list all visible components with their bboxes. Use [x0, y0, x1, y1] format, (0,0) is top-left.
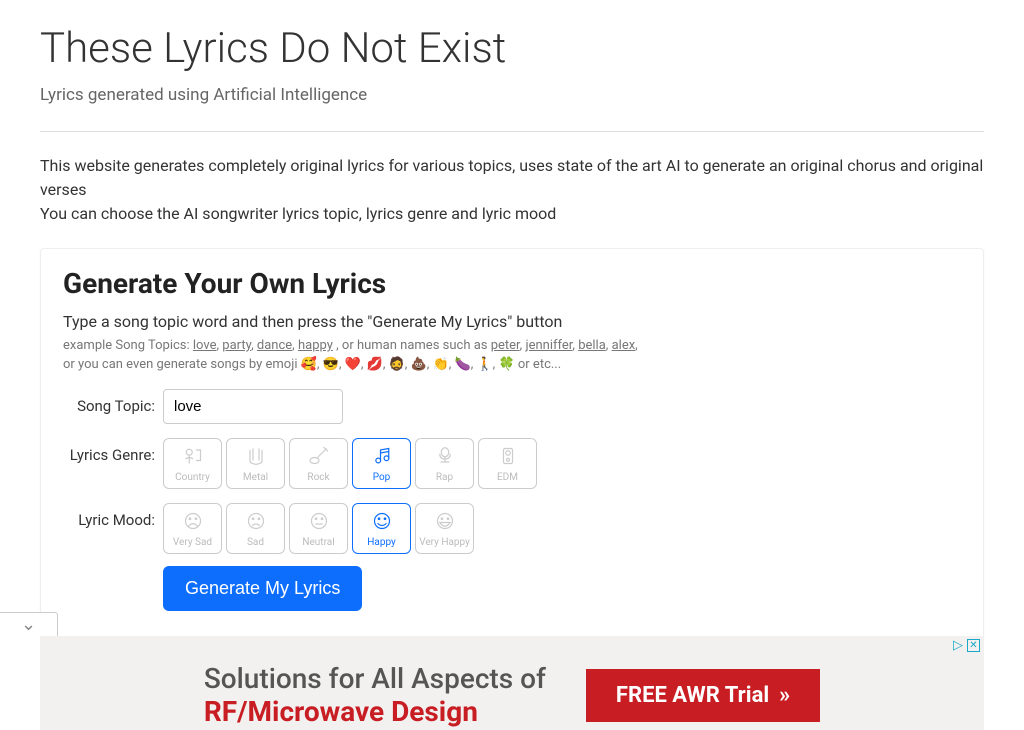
ad-banner[interactable]: Solutions for All Aspects of RF/Microwav…	[40, 636, 984, 730]
chevron-down-icon: ⌄	[21, 614, 36, 635]
ad-cta-button[interactable]: FREE AWR Trial »	[586, 669, 820, 722]
happy-icon	[369, 509, 395, 536]
metal-icon	[243, 444, 269, 471]
examples-block: example Song Topics: love, party, dance,…	[63, 337, 961, 375]
genre-option-label: EDM	[497, 472, 518, 483]
genre-option-label: Country	[175, 472, 210, 483]
ad-line-1: Solutions for All Aspects of	[204, 662, 546, 695]
country-icon	[180, 444, 206, 471]
card-title: Generate Your Own Lyrics	[63, 267, 961, 300]
ad-cta-text: FREE AWR Trial	[616, 683, 769, 708]
emoji-suffix: or etc...	[518, 357, 561, 372]
divider	[40, 131, 984, 132]
examples-mid: , or human names such as	[336, 338, 491, 353]
example-topic-link[interactable]: dance	[257, 338, 292, 353]
generate-button[interactable]: Generate My Lyrics	[163, 566, 362, 611]
genre-option-country[interactable]: Country	[163, 438, 222, 489]
ad-close-icon[interactable]: ✕	[967, 639, 980, 652]
mood-option-label: Sad	[247, 537, 264, 548]
intro-line-2: You can choose the AI songwriter lyrics …	[40, 202, 984, 226]
mood-option-label: Very Happy	[419, 537, 470, 548]
mood-option-very-sad[interactable]: Very Sad	[163, 503, 222, 554]
mood-option-label: Very Sad	[173, 537, 212, 548]
example-name-link[interactable]: bella	[578, 338, 606, 353]
genre-option-label: Pop	[373, 472, 391, 483]
ad-info-icon[interactable]: ▷	[953, 638, 963, 653]
example-name-link[interactable]: alex	[612, 338, 636, 353]
example-name-link[interactable]: jenniffer	[525, 338, 572, 353]
topic-label: Song Topic:	[63, 389, 163, 415]
example-topic-link[interactable]: happy	[298, 338, 333, 353]
emoji-list: 🥰, 😎, ❤️, 💋, 🧔, 💩, 👏, 🍆, 🚶, 🍀	[301, 357, 515, 372]
card-instruction: Type a song topic word and then press th…	[63, 312, 961, 331]
very-happy-icon	[432, 509, 458, 536]
emoji-prefix: or you can even generate songs by emoji	[63, 357, 301, 372]
rock-icon	[306, 444, 332, 471]
edm-icon	[495, 444, 521, 471]
row-topic: Song Topic:	[63, 389, 961, 424]
sad-icon	[243, 509, 269, 536]
genre-option-edm[interactable]: EDM	[478, 438, 537, 489]
mood-option-very-happy[interactable]: Very Happy	[415, 503, 474, 554]
intro-block: This website generates completely origin…	[40, 154, 984, 226]
ad-line-2: RF/Microwave Design	[204, 695, 546, 728]
mood-option-label: Neutral	[302, 537, 334, 548]
rap-icon	[432, 444, 458, 471]
collapse-tab[interactable]: ⌄	[0, 612, 58, 636]
genre-option-pop[interactable]: Pop	[352, 438, 411, 489]
very-sad-icon	[180, 509, 206, 536]
mood-option-sad[interactable]: Sad	[226, 503, 285, 554]
neutral-icon	[306, 509, 332, 536]
example-topic-link[interactable]: party	[222, 338, 251, 353]
pop-icon	[369, 444, 395, 471]
genre-option-label: Metal	[243, 472, 268, 483]
generate-card: Generate Your Own Lyrics Type a song top…	[40, 248, 984, 642]
mood-option-neutral[interactable]: Neutral	[289, 503, 348, 554]
song-topic-input[interactable]	[163, 389, 343, 424]
genre-option-metal[interactable]: Metal	[226, 438, 285, 489]
page-subtitle: Lyrics generated using Artificial Intell…	[40, 85, 984, 105]
row-genre: Lyrics Genre: Country Metal Rock Pop Rap EDM	[63, 438, 961, 489]
row-mood: Lyric Mood: Very Sad Sad Neutral Happy Very …	[63, 503, 961, 554]
double-chevron-icon: »	[779, 683, 790, 708]
page-title: These Lyrics Do Not Exist	[40, 24, 984, 73]
example-name-link[interactable]: peter	[491, 338, 520, 353]
mood-option-happy[interactable]: Happy	[352, 503, 411, 554]
genre-option-rock[interactable]: Rock	[289, 438, 348, 489]
intro-line-1: This website generates completely origin…	[40, 154, 984, 202]
genre-option-label: Rock	[307, 472, 329, 483]
mood-label: Lyric Mood:	[63, 503, 163, 529]
genre-option-label: Rap	[436, 472, 453, 483]
genre-option-rap[interactable]: Rap	[415, 438, 474, 489]
mood-option-label: Happy	[367, 537, 395, 548]
example-topic-link[interactable]: love	[193, 338, 217, 353]
genre-label: Lyrics Genre:	[63, 438, 163, 464]
examples-prefix: example Song Topics:	[63, 338, 193, 353]
